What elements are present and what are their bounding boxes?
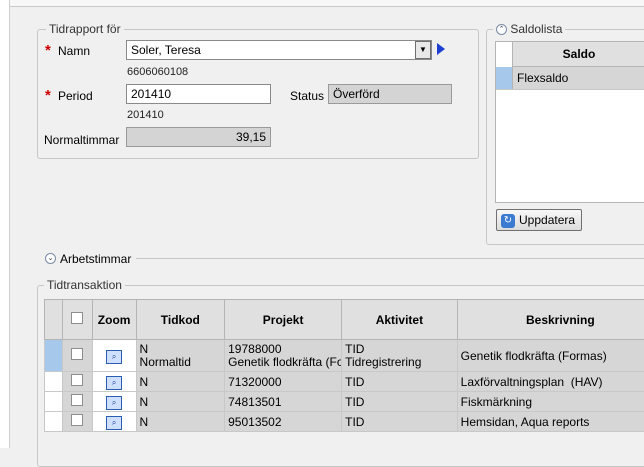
row-checkbox[interactable]: [71, 374, 83, 386]
left-scroll-edge: [0, 0, 10, 448]
select-all-cell: [62, 300, 92, 340]
uppdatera-label: Uppdatera: [519, 213, 575, 227]
saldo-header: Saldo: [512, 42, 644, 67]
period-label: Period: [58, 89, 93, 103]
status-label: Status: [290, 89, 324, 103]
row-check-cell: [62, 392, 92, 412]
normaltimmar-field: 39,15: [126, 127, 271, 147]
aktivitet-cell: TID: [342, 412, 458, 432]
next-arrow-icon[interactable]: [437, 43, 445, 55]
projekt-cell: 71320000: [225, 372, 342, 392]
period-sub: 201410: [127, 109, 164, 121]
beskrivning-cell: Laxförvaltningsplan (HAV): [457, 372, 644, 392]
projekt-value: 19788000: [228, 343, 338, 356]
col-zoom[interactable]: Zoom: [92, 300, 136, 340]
row-checkbox[interactable]: [71, 414, 83, 426]
collapse-icon[interactable]: ⌃: [496, 24, 507, 35]
aktivitet-desc: Tidregistrering: [345, 356, 454, 369]
beskrivning-cell: Genetik flodkräfta (Formas): [457, 340, 644, 372]
top-border: [0, 0, 644, 7]
zoom-cell: ⌕: [92, 372, 136, 392]
divider: [136, 258, 644, 259]
tidtransaktion-table: Zoom Tidkod Projekt Aktivitet Beskrivnin…: [44, 299, 644, 432]
saldolista-legend: ⌃ Saldolista: [493, 22, 565, 36]
col-aktivitet[interactable]: Aktivitet: [342, 300, 458, 340]
projekt-desc: Genetik flodkräfta (For: [228, 356, 338, 369]
normaltimmar-label: Normaltimmar: [44, 133, 119, 147]
row-check-cell: [62, 412, 92, 432]
col-projekt[interactable]: Projekt: [225, 300, 342, 340]
header-row: Zoom Tidkod Projekt Aktivitet Beskrivnin…: [45, 300, 644, 340]
status-field: Överförd: [328, 84, 452, 104]
saldo-row[interactable]: Flexsaldo: [496, 67, 644, 90]
row-selector[interactable]: [496, 67, 513, 89]
row-selector[interactable]: [45, 392, 63, 412]
required-marker: *: [45, 42, 51, 59]
select-all-checkbox[interactable]: [71, 312, 83, 324]
expand-icon[interactable]: ⌄: [45, 253, 56, 264]
tidtransaktion-legend: Tidtransaktion: [44, 278, 125, 292]
aktivitet-cell: TID: [342, 392, 458, 412]
zoom-icon[interactable]: ⌕: [106, 376, 122, 390]
tidkod-cell: NNormaltid: [136, 340, 225, 372]
tidkod-cell: N: [136, 372, 225, 392]
namn-select[interactable]: Soler, Teresa: [126, 40, 432, 60]
zoom-icon[interactable]: ⌕: [106, 416, 122, 430]
tidkod-value: N: [140, 343, 222, 356]
zoom-icon[interactable]: ⌕: [106, 350, 122, 364]
row-selector[interactable]: [45, 412, 63, 432]
tidkod-desc: Normaltid: [140, 356, 222, 369]
namn-personnummer: 6606060108: [127, 66, 188, 78]
saldo-header-label: Saldo: [563, 47, 596, 61]
col-beskrivning[interactable]: Beskrivning: [457, 300, 644, 340]
saldolista-title: Saldolista: [510, 22, 562, 36]
row-selector-header: [45, 300, 63, 340]
namn-label: Namn: [58, 44, 90, 58]
table-row[interactable]: ⌕ N 71320000 TID Laxförvaltningsplan (HA…: [45, 372, 644, 392]
table-row[interactable]: ⌕ NNormaltid 19788000Genetik flodkräfta …: [45, 340, 644, 372]
projekt-cell: 19788000Genetik flodkräfta (For: [225, 340, 342, 372]
refresh-icon: ↻: [501, 214, 515, 228]
namn-dropdown-button[interactable]: ▼: [415, 41, 431, 59]
row-check-cell: [62, 340, 92, 372]
required-marker: *: [45, 87, 51, 104]
zoom-cell: ⌕: [92, 392, 136, 412]
aktivitet-cell: TIDTidregistrering: [342, 340, 458, 372]
row-checkbox[interactable]: [71, 394, 83, 406]
tidkod-cell: N: [136, 392, 225, 412]
tidrapport-legend: Tidrapport för: [46, 22, 124, 36]
row-checkbox[interactable]: [71, 348, 83, 360]
uppdatera-button[interactable]: ↻ Uppdatera: [496, 209, 582, 231]
period-input[interactable]: 201410: [126, 84, 271, 104]
row-selector[interactable]: [45, 340, 63, 372]
saldo-row-label: Flexsaldo: [513, 67, 644, 89]
beskrivning-cell: Hemsidan, Aqua reports: [457, 412, 644, 432]
zoom-cell: ⌕: [92, 340, 136, 372]
saldo-table: Saldo Flexsaldo: [495, 41, 644, 203]
projekt-cell: 74813501: [225, 392, 342, 412]
zoom-cell: ⌕: [92, 412, 136, 432]
row-selector[interactable]: [45, 372, 63, 392]
beskrivning-cell: Fiskmärkning: [457, 392, 644, 412]
zoom-icon[interactable]: ⌕: [106, 396, 122, 410]
table-row[interactable]: ⌕ N 95013502 TID Hemsidan, Aqua reports: [45, 412, 644, 432]
col-tidkod[interactable]: Tidkod: [136, 300, 225, 340]
table-row[interactable]: ⌕ N 74813501 TID Fiskmärkning: [45, 392, 644, 412]
tidkod-cell: N: [136, 412, 225, 432]
projekt-cell: 95013502: [225, 412, 342, 432]
aktivitet-cell: TID: [342, 372, 458, 392]
row-check-cell: [62, 372, 92, 392]
aktivitet-value: TID: [345, 343, 454, 356]
arbetstimmar-label[interactable]: Arbetstimmar: [60, 252, 131, 266]
